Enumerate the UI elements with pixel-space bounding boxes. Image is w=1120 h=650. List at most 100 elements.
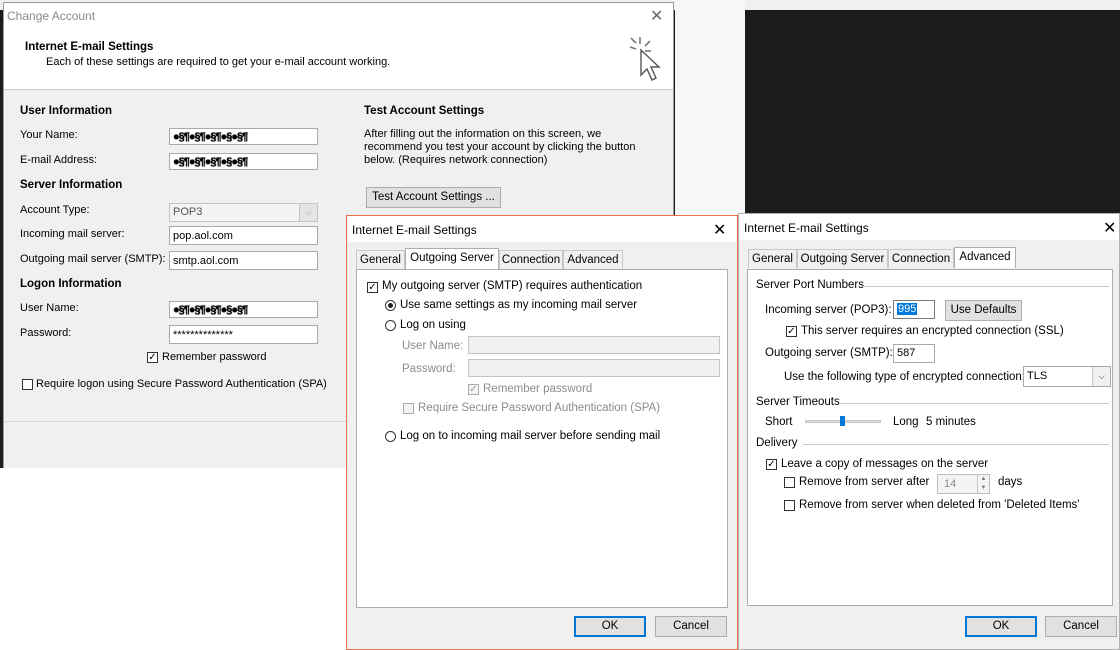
smtp-auth-checkbox[interactable]: ✓ (367, 282, 378, 293)
ok-button[interactable]: OK (965, 616, 1037, 637)
slider-thumb[interactable] (840, 416, 845, 426)
background-area (0, 468, 346, 650)
log-on-using-radio[interactable] (385, 320, 396, 331)
header-title: Internet E-mail Settings (25, 41, 154, 53)
test-account-settings-title: Test Account Settings (364, 105, 485, 117)
require-spa-label: Require Secure Password Authentication (… (418, 402, 661, 414)
smtp-auth-label: My outgoing server (SMTP) requires authe… (382, 280, 643, 292)
email-address-value: ●§¶●§¶●§¶●§●§¶ (173, 156, 248, 168)
days-label: days (998, 476, 1023, 488)
outgoing-server-dialog: Internet E-mail Settings ✕ General Outgo… (346, 215, 738, 650)
incoming-port-input[interactable]: 995 (893, 300, 935, 319)
leave-copy-checkbox[interactable]: ✓ (766, 459, 777, 470)
user-information-title: User Information (20, 105, 113, 117)
your-name-input[interactable]: ●§¶●§¶●§¶●§●§¶ (169, 128, 318, 145)
your-name-value: ●§¶●§¶●§¶●§●§¶ (173, 131, 248, 143)
password-input[interactable]: ************** (169, 325, 318, 344)
tab-connection[interactable]: Connection (499, 250, 563, 269)
use-same-settings-radio[interactable] (385, 300, 396, 311)
encryption-type-select[interactable]: TLS ⌵ (1023, 366, 1111, 387)
ssl-checkbox[interactable]: ✓ (786, 326, 797, 337)
outgoing-port-value: 587 (897, 347, 916, 359)
remember-password-label: Remember password (162, 351, 267, 363)
remove-days-stepper[interactable]: 14 ▲ ▼ (937, 474, 990, 494)
outgoing-server-input[interactable]: smtp.aol.com (169, 251, 318, 270)
tab-bar: General Outgoing Server Connection Advan… (356, 248, 726, 270)
outgoing-server-panel: ✓ My outgoing server (SMTP) requires aut… (356, 269, 728, 608)
cursor-click-icon (629, 37, 661, 81)
cancel-button[interactable]: Cancel (655, 616, 727, 637)
timeout-value: 5 minutes (926, 416, 976, 428)
use-same-settings-label: Use same settings as my incoming mail se… (400, 299, 638, 311)
user-name-label: User Name: (402, 340, 464, 352)
require-spa-checkbox[interactable] (22, 379, 33, 390)
title-bar: Internet E-mail Settings ✕ (347, 216, 737, 242)
test-account-settings-button[interactable]: Test Account Settings ... (366, 187, 501, 208)
password-input[interactable] (468, 359, 720, 377)
tab-advanced[interactable]: Advanced (563, 250, 623, 269)
window-title: Internet E-mail Settings (352, 223, 477, 237)
log-on-incoming-radio[interactable] (385, 431, 396, 442)
tab-advanced[interactable]: Advanced (954, 247, 1016, 268)
leave-copy-label: Leave a copy of messages on the server (781, 458, 989, 470)
account-type-select[interactable]: POP3 ⌵ (169, 203, 318, 222)
advanced-settings-dialog: Internet E-mail Settings ✕ General Outgo… (738, 213, 1120, 650)
remove-after-label: Remove from server after (799, 476, 930, 488)
outgoing-port-input[interactable]: 587 (893, 344, 935, 363)
server-information-title: Server Information (20, 179, 123, 191)
ssl-label: This server requires an encrypted connec… (801, 325, 1064, 337)
outgoing-server-label: Outgoing mail server (SMTP): (20, 253, 166, 265)
tab-outgoing-server[interactable]: Outgoing Server (797, 249, 888, 268)
tab-connection[interactable]: Connection (888, 249, 954, 268)
close-icon[interactable]: ✕ (650, 6, 663, 26)
encryption-type-label: Use the following type of encrypted conn… (784, 371, 1026, 383)
remember-password-checkbox[interactable]: ✓ (147, 352, 158, 363)
user-name-input[interactable] (468, 336, 720, 354)
remove-days-value: 14 (944, 478, 957, 490)
window-title: Change Account (7, 9, 96, 23)
account-type-value: POP3 (173, 206, 203, 218)
tab-outgoing-server[interactable]: Outgoing Server (405, 248, 499, 269)
remove-deleted-checkbox[interactable] (784, 500, 795, 511)
dialog-header: Internet E-mail Settings Each of these s… (4, 31, 673, 90)
incoming-server-input[interactable]: pop.aol.com (169, 226, 318, 245)
cancel-button[interactable]: Cancel (1045, 616, 1117, 637)
server-timeouts-title: Server Timeouts (756, 396, 840, 408)
chevron-down-icon: ⌵ (299, 204, 317, 221)
encryption-type-value: TLS (1027, 370, 1048, 382)
header-subtitle: Each of these settings are required to g… (46, 56, 391, 68)
user-name-value: ●§¶●§¶●§¶●§●§¶ (173, 304, 248, 316)
remove-after-checkbox[interactable] (784, 477, 795, 488)
incoming-port-value: 995 (897, 303, 918, 315)
ok-button[interactable]: OK (574, 616, 646, 637)
remember-password-checkbox[interactable]: ✓ (468, 384, 479, 395)
remember-password-label: Remember password (483, 383, 593, 395)
password-label: Password: (20, 327, 72, 339)
close-icon[interactable]: ✕ (1103, 218, 1116, 238)
require-spa-checkbox[interactable] (403, 403, 414, 414)
test-settings-description: After filling out the information on thi… (364, 128, 636, 166)
outgoing-port-label: Outgoing server (SMTP): (765, 347, 893, 359)
background-window-strip (675, 0, 745, 215)
server-port-numbers-title: Server Port Numbers (756, 279, 865, 291)
close-icon[interactable]: ✕ (713, 220, 726, 240)
stepper-arrows-icon[interactable]: ▲ ▼ (977, 475, 989, 493)
divider (861, 286, 1109, 287)
incoming-server-value: pop.aol.com (173, 230, 233, 242)
tab-general[interactable]: General (748, 249, 797, 268)
timeout-short-label: Short (765, 416, 793, 428)
title-bar: Internet E-mail Settings ✕ (739, 214, 1119, 240)
timeout-long-label: Long (893, 416, 919, 428)
tab-general[interactable]: General (356, 250, 405, 269)
tab-bar: General Outgoing Server Connection Advan… (748, 247, 1110, 269)
incoming-server-label: Incoming mail server: (20, 228, 125, 240)
outgoing-server-value: smtp.aol.com (173, 255, 239, 267)
timeout-slider[interactable] (805, 416, 881, 428)
log-on-using-label: Log on using (400, 319, 466, 331)
email-address-input[interactable]: ●§¶●§¶●§¶●§●§¶ (169, 153, 318, 170)
advanced-panel: Server Port Numbers Incoming server (POP… (747, 269, 1113, 606)
user-name-input[interactable]: ●§¶●§¶●§¶●§●§¶ (169, 301, 318, 318)
use-defaults-button[interactable]: Use Defaults (945, 300, 1022, 321)
divider (839, 403, 1109, 404)
user-name-label: User Name: (20, 302, 79, 314)
